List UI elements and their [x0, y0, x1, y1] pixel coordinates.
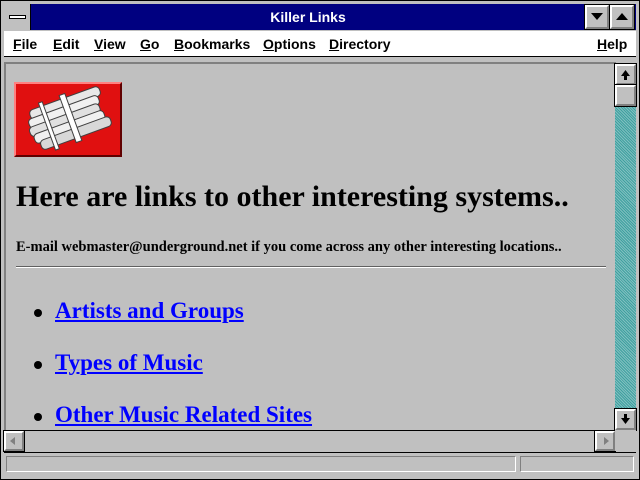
menu-view[interactable]: View — [94, 36, 126, 52]
maximize-arrow-icon — [616, 13, 628, 20]
arrow-up-icon — [621, 70, 630, 80]
dynamite-graphic — [28, 86, 112, 151]
link-artists-and-groups[interactable]: Artists and Groups — [55, 298, 244, 324]
menu-help[interactable]: Help — [597, 36, 627, 52]
bullet-icon — [34, 309, 42, 317]
menu-edit[interactable]: Edit — [53, 36, 79, 52]
horizontal-scrollbar[interactable] — [4, 430, 615, 451]
arrow-down-icon — [621, 414, 630, 424]
status-progress-panel — [520, 456, 634, 472]
minimize-arrow-icon — [591, 13, 603, 20]
scroll-up-button[interactable] — [614, 63, 637, 86]
menu-file[interactable]: File — [13, 36, 37, 52]
scroll-right-button[interactable] — [594, 430, 616, 452]
status-message-panel — [6, 456, 516, 472]
status-bar — [4, 452, 636, 476]
scroll-down-button[interactable] — [614, 408, 637, 431]
link-other-music-related-sites[interactable]: Other Music Related Sites — [55, 402, 312, 428]
arrow-right-icon — [604, 437, 609, 445]
dynamite-bundle-icon — [14, 82, 122, 157]
link-types-of-music[interactable]: Types of Music — [55, 350, 203, 376]
menu-bar: File Edit View Go Bookmarks Options Dire… — [4, 31, 636, 57]
maximize-button[interactable] — [609, 4, 635, 30]
scroll-left-button[interactable] — [3, 430, 25, 452]
menu-directory[interactable]: Directory — [329, 36, 390, 52]
bullet-icon — [34, 361, 42, 369]
page-heading: Here are links to other interesting syst… — [16, 180, 569, 213]
arrow-left-icon — [10, 437, 15, 445]
menu-bookmarks[interactable]: Bookmarks — [174, 36, 250, 52]
email-note: E-mail webmaster@underground.net if you … — [16, 239, 562, 255]
system-menu-button[interactable] — [4, 4, 31, 30]
bullet-icon — [34, 413, 42, 421]
page-content[interactable]: Here are links to other interesting syst… — [6, 64, 614, 430]
system-menu-icon — [9, 15, 26, 19]
window-title: Killer Links — [270, 9, 346, 25]
scrollbar-corner — [615, 430, 636, 451]
menu-options[interactable]: Options — [263, 36, 316, 52]
vertical-scrollbar[interactable] — [615, 64, 636, 430]
minimize-button[interactable] — [584, 4, 610, 30]
horizontal-rule — [16, 266, 606, 268]
menu-go[interactable]: Go — [140, 36, 159, 52]
vertical-scroll-thumb[interactable] — [614, 84, 637, 107]
